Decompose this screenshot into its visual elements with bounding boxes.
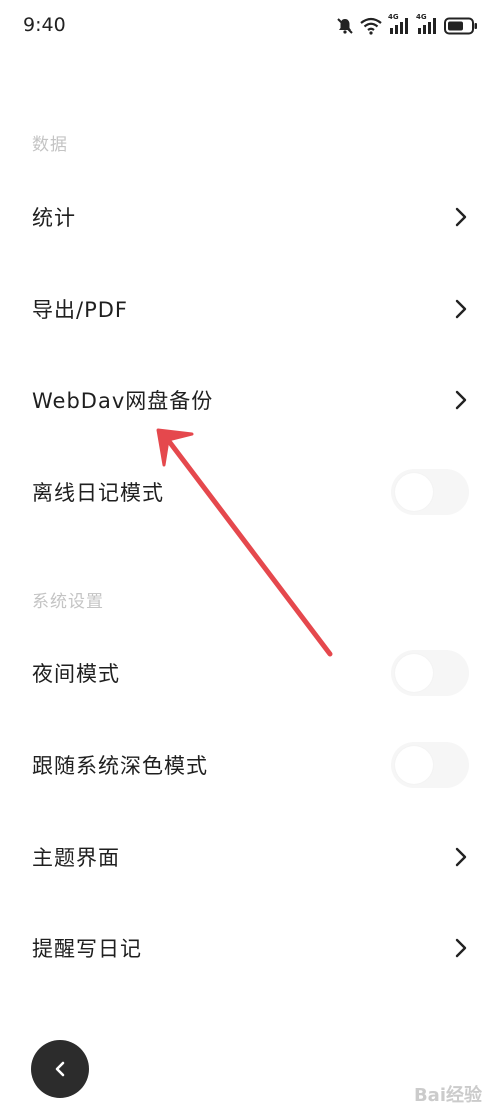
status-time: 9:40 [23,14,66,36]
row-label: WebDav网盘备份 [32,389,214,413]
settings-row-diary-reminder[interactable]: 提醒写日记 [0,912,500,984]
settings-row-statistics[interactable]: 统计 [0,181,500,253]
signal-1: 4G [388,13,410,36]
toggle-knob [395,746,433,784]
settings-row-export-pdf[interactable]: 导出/PDF [0,273,500,345]
back-button[interactable] [31,1040,89,1098]
toggle-knob [395,473,433,511]
watermark: Bai经验 [413,1085,482,1106]
toggle-knob [395,654,433,692]
signal-icon [390,18,408,34]
row-label: 离线日记模式 [32,481,164,505]
row-label: 跟随系统深色模式 [32,754,208,778]
row-label: 提醒写日记 [32,937,142,961]
settings-row-night-mode: 夜间模式 [0,637,500,709]
signal-2: 4G [416,13,438,36]
chevron-left-icon [55,1061,65,1077]
section-header-data: 数据 [32,135,68,155]
row-label: 夜间模式 [32,662,120,686]
row-label: 统计 [32,206,76,230]
mute-bell-icon [337,18,353,34]
night-mode-toggle[interactable] [391,650,469,696]
settings-row-webdav-backup[interactable]: WebDav网盘备份 [0,364,500,436]
signal-icon [418,18,436,34]
chevron-right-icon [455,847,467,867]
row-label: 导出/PDF [32,298,128,322]
status-icons: 4G 4G [336,13,478,38]
row-label: 主题界面 [32,846,120,870]
wifi-icon [360,17,382,35]
settings-row-theme[interactable]: 主题界面 [0,821,500,893]
settings-row-offline-mode: 离线日记模式 [0,456,500,528]
section-header-system: 系统设置 [32,592,104,612]
status-bar: 9:40 4G 4G [0,0,500,54]
offline-mode-toggle[interactable] [391,469,469,515]
battery-icon [444,17,477,35]
follow-system-dark-toggle[interactable] [391,742,469,788]
chevron-right-icon [455,938,467,958]
settings-row-follow-system-dark: 跟随系统深色模式 [0,729,500,801]
chevron-right-icon [455,299,467,319]
chevron-right-icon [455,207,467,227]
chevron-right-icon [455,390,467,410]
